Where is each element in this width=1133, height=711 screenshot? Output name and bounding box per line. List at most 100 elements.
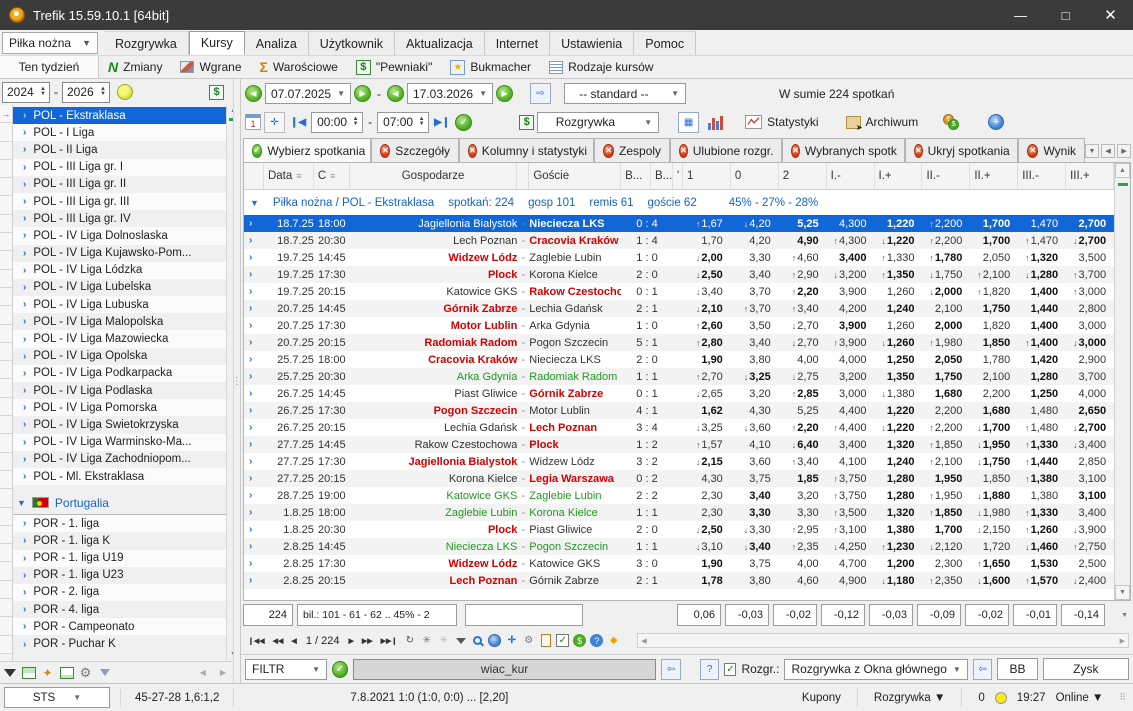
- column-header-III.+[interactable]: III.+: [1066, 163, 1114, 189]
- sort-icon[interactable]: ≡: [330, 171, 335, 181]
- match-tab-ulubione-rozgr-[interactable]: ✕Ulubione rozgr.: [670, 138, 782, 162]
- spinner-arrows-icon[interactable]: ▲▼: [37, 87, 49, 97]
- odds-cell[interactable]: ↓2,50: [683, 524, 731, 536]
- odds-cell[interactable]: ↓2,400: [1066, 575, 1114, 587]
- chevron-right-icon[interactable]: ›: [244, 575, 264, 586]
- odds-cell[interactable]: 3,30: [779, 507, 827, 519]
- match-tab-wynik[interactable]: ✕Wynik: [1018, 138, 1085, 162]
- chevron-right-icon[interactable]: ›: [244, 422, 264, 433]
- odds-cell[interactable]: 3,40: [731, 337, 779, 349]
- odds-cell[interactable]: ↑2,90: [779, 269, 827, 281]
- sidebar-item-pol---iv-liga-zachodniopom---[interactable]: ›POL - IV Liga Zachodniopom...: [13, 451, 226, 468]
- odds-cell[interactable]: 1,380: [875, 524, 923, 536]
- preset-select[interactable]: -- standard -- ▼: [564, 83, 686, 104]
- odds-cell[interactable]: 1,700: [922, 524, 970, 536]
- chevron-right-icon[interactable]: ›: [244, 405, 264, 416]
- odds-cell[interactable]: 1,820: [970, 320, 1018, 332]
- odds-cell[interactable]: ↑3,70: [731, 303, 779, 315]
- odds-cell[interactable]: ↑2,200: [922, 218, 970, 230]
- sidebar-item-pol---ii-liga[interactable]: ›POL - II Liga: [13, 141, 226, 158]
- prev-date-button[interactable]: ◀: [245, 85, 262, 102]
- odds-cell[interactable]: 3,900: [827, 320, 875, 332]
- sidebar-item-pol---iv-liga-podkarpacka[interactable]: ›POL - IV Liga Podkarpacka: [13, 365, 226, 382]
- odds-cell[interactable]: 1,470: [1018, 218, 1066, 230]
- search-icon[interactable]: [470, 633, 485, 648]
- menu-tab-aktualizacja[interactable]: Aktualizacja: [395, 31, 485, 55]
- match-row[interactable]: ›27.7.2520:15Korona Kielce-Legia Warszaw…: [244, 470, 1114, 487]
- odds-cell[interactable]: 3,500: [1066, 252, 1114, 264]
- odds-cell[interactable]: 2,850: [1066, 456, 1114, 468]
- match-tab-zespoly[interactable]: ✕Zespoly: [594, 138, 670, 162]
- odds-cell[interactable]: ↓6,40: [779, 439, 827, 451]
- time-from-spinner[interactable]: 00:00 ▲▼: [311, 112, 363, 133]
- next-date-button[interactable]: ▶: [354, 85, 371, 102]
- odds-cell[interactable]: ↓2,150: [970, 524, 1018, 536]
- column-header-I.+[interactable]: I.+: [875, 163, 923, 189]
- odds-cell[interactable]: ↑2,350: [922, 575, 970, 587]
- odds-cell[interactable]: ↑1,850: [922, 507, 970, 519]
- odds-cell[interactable]: 1,720: [970, 541, 1018, 553]
- odds-cell[interactable]: 1,700: [970, 235, 1018, 247]
- calendar-icon[interactable]: 1: [245, 114, 261, 130]
- odds-cell[interactable]: ↑2,85: [779, 388, 827, 400]
- odds-cell[interactable]: 4,200: [827, 303, 875, 315]
- odds-cell[interactable]: 1,780: [970, 354, 1018, 366]
- odds-cell[interactable]: ↓4,20: [731, 218, 779, 230]
- match-row[interactable]: ›19.7.2517:30Plock-Korona Kielce2 : 0↓2,…: [244, 266, 1114, 283]
- chevron-right-icon[interactable]: ›: [244, 218, 264, 229]
- gear-icon[interactable]: ⚙: [521, 633, 536, 648]
- odds-cell[interactable]: ↑2,20: [779, 286, 827, 298]
- match-row[interactable]: ›2.8.2520:15Lech Poznan-Górnik Zabrze2 :…: [244, 572, 1114, 589]
- spinner-arrows-icon[interactable]: ▲▼: [415, 117, 428, 127]
- odds-cell[interactable]: ↑1,350: [875, 269, 923, 281]
- odds-cell[interactable]: ↓1,700: [970, 422, 1018, 434]
- bar-chart-icon[interactable]: [708, 115, 724, 130]
- odds-cell[interactable]: 3,200: [827, 371, 875, 383]
- grid-vscrollbar[interactable]: ▲ ▼: [1114, 163, 1130, 600]
- odds-cell[interactable]: 3,80: [731, 354, 779, 366]
- resize-grip[interactable]: ⠿: [1119, 692, 1127, 703]
- chevron-right-icon[interactable]: ›: [244, 439, 264, 450]
- sidebar-item-pol---iv-liga-warminsko-ma---[interactable]: ›POL - IV Liga Warminsko-Ma...: [13, 434, 226, 451]
- odds-cell[interactable]: 2,300: [922, 558, 970, 570]
- skip-start-icon[interactable]: ❙◀: [288, 117, 308, 128]
- column-header-III.-[interactable]: III.-: [1018, 163, 1066, 189]
- odds-cell[interactable]: ↑1,67: [683, 218, 731, 230]
- sidebar-item-pol---i-liga[interactable]: ›POL - I Liga: [13, 124, 226, 141]
- odds-cell[interactable]: 4,30: [731, 405, 779, 417]
- odds-cell[interactable]: 2,30: [683, 507, 731, 519]
- first-record-icon[interactable]: ❙◀◀: [245, 637, 268, 645]
- sidebar-item-pol---iv-liga-lubelska[interactable]: ›POL - IV Liga Lubelska: [13, 279, 226, 296]
- column-header-B...[interactable]: B...: [621, 163, 651, 189]
- zoom-plus-icon[interactable]: [487, 633, 502, 648]
- sidebar-item-pol---iv-liga-opolska[interactable]: ›POL - IV Liga Opolska: [13, 348, 226, 365]
- odds-cell[interactable]: 4,60: [779, 575, 827, 587]
- sidebar-item-pol---iv-liga-swietokrzyska[interactable]: ›POL - IV Liga Swietokrzyska: [13, 416, 226, 433]
- sidebar-item-pol---iii-liga-gr--i[interactable]: ›POL - III Liga gr. I: [13, 159, 226, 176]
- year-from-spinner[interactable]: 2024 ▲▼: [2, 82, 50, 103]
- odds-cell[interactable]: ↑1,330: [1018, 439, 1066, 451]
- odds-cell[interactable]: 1,62: [683, 405, 731, 417]
- waro-ciowe-button[interactable]: ΣWarościowe: [251, 57, 347, 78]
- odds-cell[interactable]: 3,400: [827, 439, 875, 451]
- odds-cell[interactable]: 4,10: [731, 439, 779, 451]
- odds-cell[interactable]: ↑2,100: [922, 456, 970, 468]
- odds-cell[interactable]: ↓3,10: [683, 541, 731, 553]
- odds-cell[interactable]: ↑1,230: [875, 541, 923, 553]
- odds-cell[interactable]: 3,100: [1066, 473, 1114, 485]
- column-header-Data[interactable]: Data≡: [264, 163, 314, 189]
- sidebar-item-pol---iv-liga-lubuska[interactable]: ›POL - IV Liga Lubuska: [13, 296, 226, 313]
- odds-cell[interactable]: 1,250: [875, 354, 923, 366]
- chevron-right-icon[interactable]: ›: [244, 490, 264, 501]
- odds-cell[interactable]: 1,220: [875, 218, 923, 230]
- apply-range-button[interactable]: ⇨: [530, 83, 551, 104]
- maximize-button[interactable]: □: [1043, 0, 1088, 30]
- odds-cell[interactable]: 3,20: [731, 388, 779, 400]
- odds-cell[interactable]: ↑1,400: [1018, 337, 1066, 349]
- chevron-down-icon[interactable]: ▼: [1085, 144, 1099, 158]
- sidebar-item-por---1--liga-u19[interactable]: ›POR - 1. liga U19: [13, 550, 226, 567]
- archive-button[interactable]: Archiwum: [838, 115, 927, 129]
- odds-cell[interactable]: 3,50: [731, 320, 779, 332]
- sidebar-item-pol---iv-liga-malopolska[interactable]: ›POL - IV Liga Malopolska: [13, 313, 226, 330]
- match-tab-wybranych-spotk[interactable]: ✕Wybranych spotk: [782, 138, 905, 162]
